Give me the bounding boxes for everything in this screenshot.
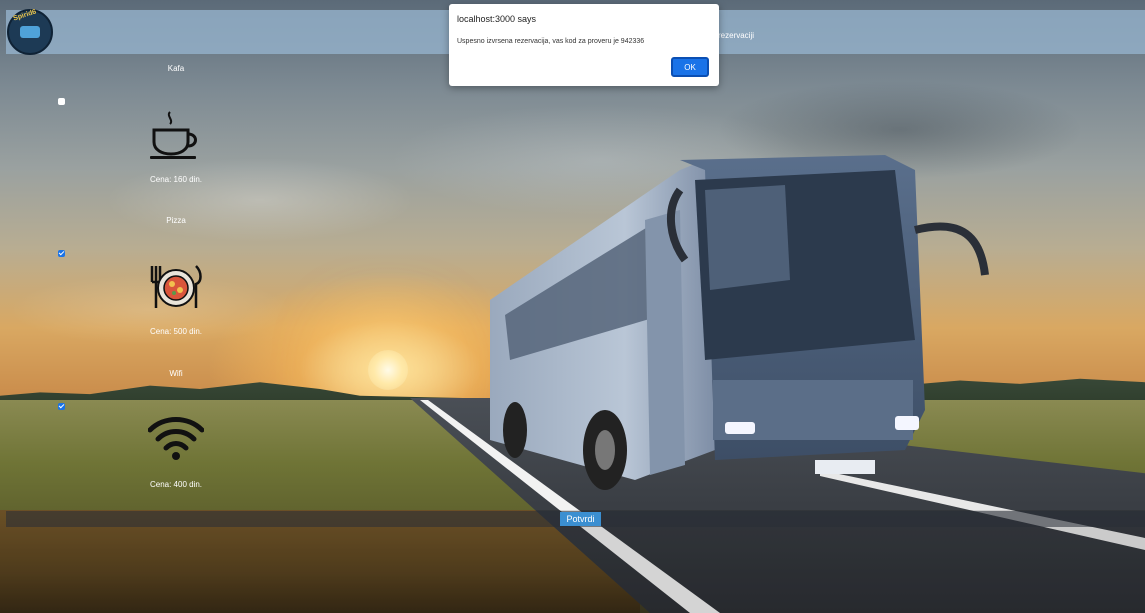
plate-fork-knife-icon: [150, 265, 202, 308]
service-price-pizza: Cena: 500 din.: [149, 327, 203, 336]
logo[interactable]: Spirid6: [7, 9, 53, 55]
service-title-kafa: Kafa: [167, 64, 185, 73]
dialog-title: localhost:3000 says: [457, 14, 537, 24]
alert-dialog: localhost:3000 says Uspesno izvrsena rez…: [449, 4, 719, 86]
bus-logo-icon: [20, 26, 40, 38]
coffee-cup-icon: [150, 111, 197, 159]
service-checkbox-pizza[interactable]: [58, 250, 65, 257]
wifi-icon: [148, 417, 204, 460]
nav-link-rezervacija[interactable]: rezervaciji: [718, 31, 754, 40]
service-checkbox-wifi[interactable]: [58, 403, 65, 410]
service-title-wifi: Wifi: [169, 369, 183, 378]
service-price-kafa: Cena: 160 din.: [149, 175, 203, 184]
dialog-message: Uspesno izvrsena rezervacija, vas kod za…: [457, 38, 645, 45]
service-checkbox-kafa[interactable]: [58, 98, 65, 105]
service-price-wifi: Cena: 400 din.: [149, 480, 203, 489]
dialog-ok-button[interactable]: OK: [671, 57, 709, 77]
service-title-pizza: Pizza: [166, 216, 186, 225]
bus-image: [490, 155, 989, 490]
confirm-button[interactable]: Potvrdi: [560, 512, 601, 526]
sun: [368, 350, 408, 390]
